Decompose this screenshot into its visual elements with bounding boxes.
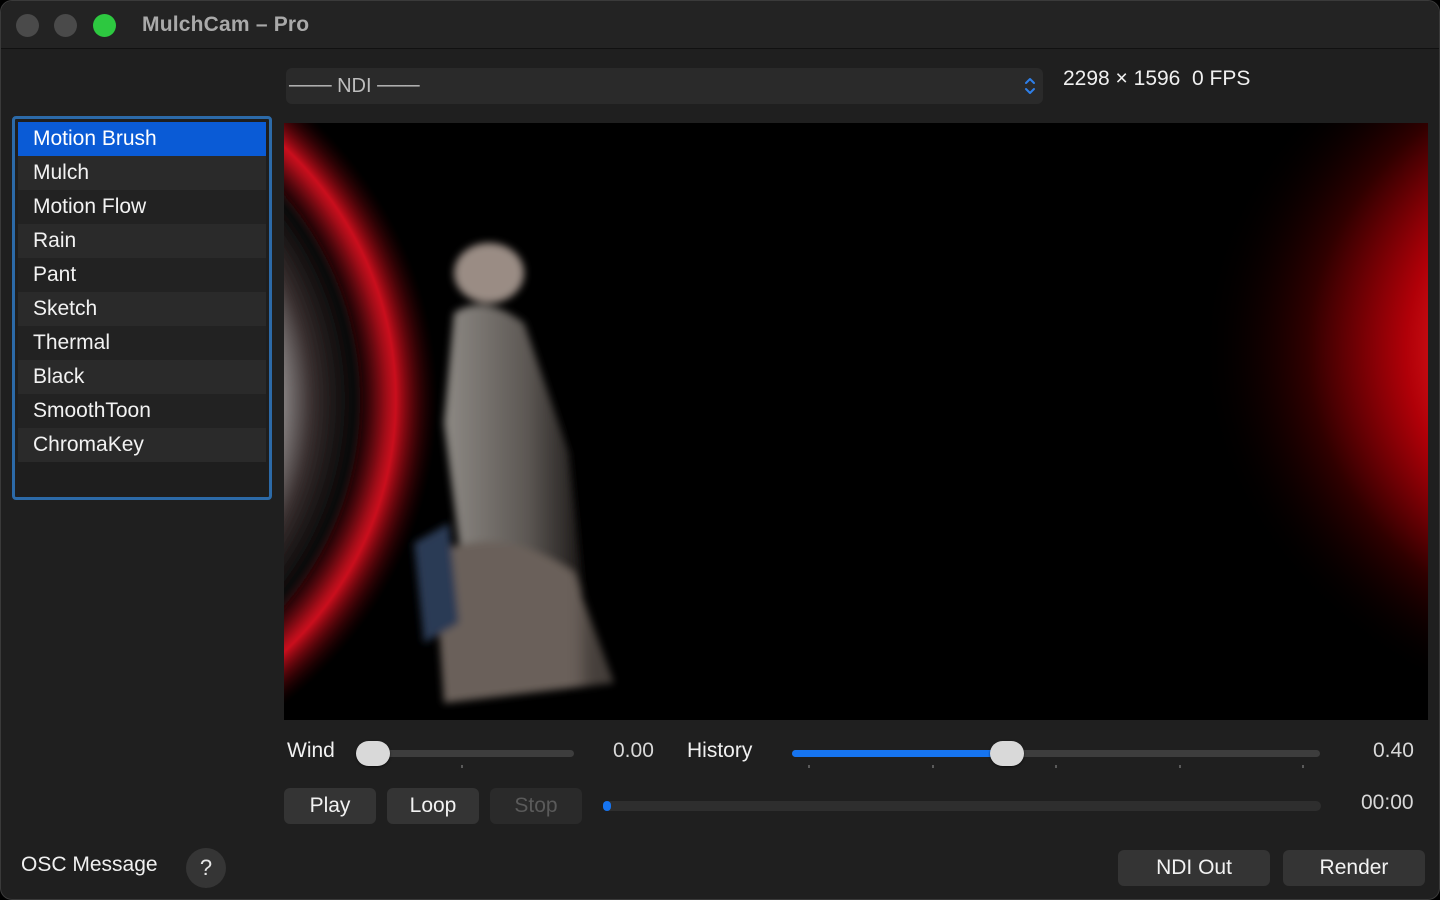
effect-list-item[interactable]: SmoothToon (18, 394, 266, 428)
camera-frame-image (284, 123, 1428, 720)
effect-list-item[interactable]: Pant (18, 258, 266, 292)
title-bar: MulchCam – Pro (1, 1, 1439, 49)
effect-list-item[interactable]: Motion Flow (18, 190, 266, 224)
video-source-select[interactable]: ─── NDI ─── (286, 68, 1043, 104)
ndi-out-button[interactable]: NDI Out (1118, 850, 1270, 886)
video-source-value: ─── NDI ─── (289, 75, 420, 97)
window-title: MulchCam – Pro (142, 13, 310, 36)
wind-slider[interactable] (356, 741, 574, 768)
effect-list-item[interactable]: ChromaKey (18, 428, 266, 462)
wind-slider-thumb[interactable] (356, 741, 390, 766)
play-button[interactable]: Play (284, 788, 376, 824)
slider-tick (932, 765, 934, 768)
history-slider-fill (792, 750, 1007, 757)
close-window-button[interactable] (16, 14, 39, 37)
fps-text: 0 FPS (1192, 67, 1251, 90)
maximize-window-button[interactable] (93, 14, 116, 37)
resolution-readout: 2298 × 1596 0 FPS (1063, 67, 1250, 91)
slider-tick (1179, 765, 1181, 768)
playback-progress-fill (603, 801, 611, 811)
effect-list-item[interactable]: Motion Brush (18, 122, 266, 156)
app-window: MulchCam – Pro ─── NDI ─── 2298 × 1596 0… (0, 0, 1440, 900)
effect-list-item[interactable]: Rain (18, 224, 266, 258)
playback-progress-bar[interactable] (603, 801, 1321, 811)
wind-label: Wind (287, 739, 335, 762)
stop-button[interactable]: Stop (490, 788, 582, 824)
slider-tick (1055, 765, 1057, 768)
history-label: History (687, 739, 753, 762)
effect-list-item[interactable]: Sketch (18, 292, 266, 326)
slider-tick (1302, 765, 1304, 768)
slider-tick (461, 765, 463, 768)
history-value: 0.40 (1373, 739, 1414, 762)
history-slider[interactable] (792, 741, 1320, 768)
osc-message-label: OSC Message (21, 853, 158, 876)
loop-button[interactable]: Loop (387, 788, 479, 824)
effect-list-item[interactable]: Thermal (18, 326, 266, 360)
help-button[interactable]: ? (186, 848, 226, 888)
video-preview (284, 123, 1428, 720)
resolution-text: 2298 × 1596 (1063, 67, 1181, 90)
history-slider-thumb[interactable] (989, 741, 1024, 766)
slider-tick (808, 765, 810, 768)
render-button[interactable]: Render (1283, 850, 1425, 886)
effect-list[interactable]: Motion Brush Mulch Motion Flow Rain Pant Sket… (12, 116, 272, 500)
effect-list-item[interactable]: Mulch (18, 156, 266, 190)
wind-value: 0.00 (613, 739, 654, 762)
effect-list-item[interactable]: Black (18, 360, 266, 394)
minimize-window-button[interactable] (54, 14, 77, 37)
chevron-up-down-icon (1025, 78, 1035, 94)
playback-time: 00:00 (1361, 791, 1414, 814)
